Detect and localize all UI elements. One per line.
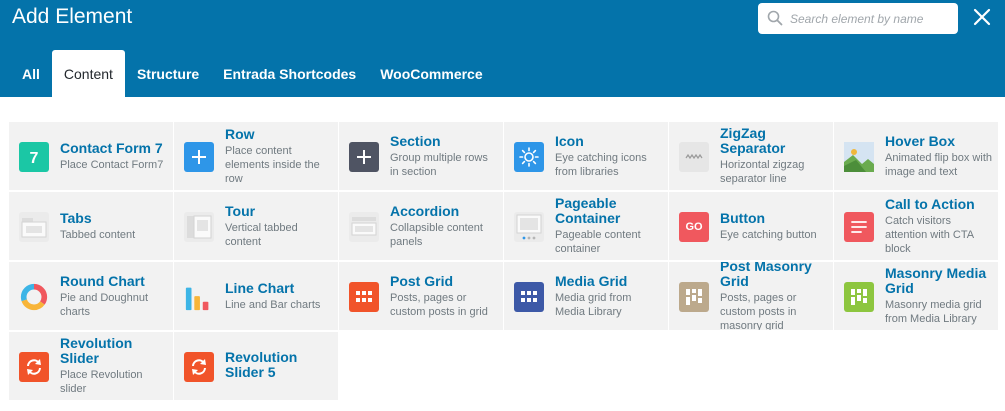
pageable-container-icon	[514, 212, 544, 242]
row-plus-icon	[184, 142, 214, 172]
search-icon	[767, 10, 783, 26]
section-plus-icon	[349, 142, 379, 172]
element-title: Revolution Slider 5	[225, 349, 298, 380]
element-round-chart[interactable]: Round Chart Pie and Doughnut charts	[9, 262, 173, 330]
element-row[interactable]: Row Place content elements inside the row	[174, 122, 338, 190]
round-chart-icon	[19, 282, 49, 312]
element-call-to-action[interactable]: Call to Action Catch visitors attention w…	[834, 192, 998, 260]
element-description: Place Contact Form7	[60, 158, 164, 171]
element-title: Round Chart	[60, 272, 145, 289]
element-description: Line and Bar charts	[225, 298, 321, 311]
element-line-chart[interactable]: Line Chart Line and Bar charts	[174, 262, 338, 330]
element-title: Hover Box	[885, 132, 956, 149]
element-contact-form-7[interactable]: 7 Contact Form 7 Place Contact Form7	[9, 122, 173, 190]
element-title: Post Grid	[390, 272, 454, 289]
element-grid: 7 Contact Form 7 Place Contact Form7 Row P…	[9, 122, 1003, 400]
element-description: Posts, pages or custom posts in masonry …	[720, 292, 797, 330]
element-post-masonry-grid[interactable]: Post Masonry Grid Posts, pages or custom …	[669, 262, 833, 330]
sun-icon	[514, 142, 544, 172]
element-post-grid[interactable]: Post Grid Posts, pages or custom posts in…	[339, 262, 503, 330]
element-title: Post Masonry Grid	[720, 262, 812, 289]
element-tour[interactable]: Tour Vertical tabbed content	[174, 192, 338, 260]
element-title: Pageable Container	[555, 195, 621, 226]
tab-entrada-shortcodes[interactable]: Entrada Shortcodes	[211, 50, 368, 97]
search-box[interactable]	[758, 3, 958, 34]
element-title: ZigZag Separator	[720, 125, 786, 156]
element-title: Revolution Slider	[60, 335, 133, 366]
hover-box-image-icon	[844, 142, 874, 172]
tab-content[interactable]: Content	[51, 50, 125, 97]
element-title: Button	[720, 209, 766, 226]
tabs-icon	[19, 212, 49, 242]
post-masonry-grid-icon	[679, 282, 709, 312]
post-grid-icon	[349, 282, 379, 312]
tab-woocommerce[interactable]: WooCommerce	[368, 50, 494, 97]
element-title: Masonry Media Grid	[885, 265, 987, 296]
element-tabs[interactable]: Tabs Tabbed content	[9, 192, 173, 260]
element-icon[interactable]: Icon Eye catching icons from libraries	[504, 122, 668, 190]
element-title: Row	[225, 125, 255, 142]
element-title: Line Chart	[225, 279, 295, 296]
element-media-grid[interactable]: Media Grid Media grid from Media Library	[504, 262, 668, 330]
revolution-slider-icon	[19, 352, 49, 382]
element-title: Accordion	[390, 202, 460, 219]
element-section[interactable]: Section Group multiple rows in section	[339, 122, 503, 190]
element-description: Tabbed content	[60, 228, 136, 241]
element-description: Eye catching button	[720, 228, 817, 241]
element-accordion[interactable]: Accordion Collapsible content panels	[339, 192, 503, 260]
search-input[interactable]	[790, 3, 950, 34]
media-grid-icon	[514, 282, 544, 312]
element-description: Masonry media grid from Media Library	[885, 299, 982, 325]
tab-structure[interactable]: Structure	[125, 50, 211, 97]
element-title: Icon	[555, 132, 584, 149]
call-to-action-icon	[844, 212, 874, 242]
element-title: Call to Action	[885, 195, 975, 212]
element-description: Group multiple rows in section	[390, 151, 488, 178]
element-pageable-container[interactable]: Pageable Container Pageable content conta…	[504, 192, 668, 260]
element-hover-box[interactable]: Hover Box Animated flip box with image an…	[834, 122, 998, 190]
element-button[interactable]: GO Button Eye catching button	[669, 192, 833, 260]
tab-all[interactable]: All	[10, 50, 52, 97]
element-title: Section	[390, 132, 441, 149]
masonry-media-grid-icon	[844, 282, 874, 312]
element-description: Vertical tabbed content	[225, 221, 298, 248]
close-icon[interactable]	[972, 7, 992, 27]
element-title: Tour	[225, 202, 256, 219]
dialog-header: Add Element All Content Structure Entrad…	[0, 0, 1005, 97]
element-description: Animated flip box with image and text	[885, 151, 992, 178]
element-description: Horizontal zigzag separator line	[720, 159, 805, 185]
element-title: Media Grid	[555, 272, 628, 289]
element-zigzag-separator[interactable]: ZigZag Separator Horizontal zigzag separa…	[669, 122, 833, 190]
element-description: Eye catching icons from libraries	[555, 151, 647, 178]
go-button-icon: GO	[679, 212, 709, 242]
line-chart-icon	[184, 282, 214, 312]
element-revolution-slider-5[interactable]: Revolution Slider 5	[174, 332, 338, 400]
element-description: Place content elements inside the row	[225, 144, 320, 185]
element-description: Pageable content container	[555, 229, 641, 255]
category-tabs: All Content Structure Entrada Shortcodes…	[10, 50, 495, 97]
element-title: Tabs	[60, 209, 92, 226]
contact-form-7-icon: 7	[19, 142, 49, 172]
zigzag-icon	[679, 142, 709, 172]
element-title: Contact Form 7	[60, 139, 163, 156]
dialog-title: Add Element	[12, 5, 133, 28]
element-description: Catch visitors attention with CTA block	[885, 214, 974, 255]
accordion-icon	[349, 212, 379, 242]
element-masonry-media-grid[interactable]: Masonry Media Grid Masonry media grid fro…	[834, 262, 998, 330]
element-description: Pie and Doughnut charts	[60, 291, 149, 318]
element-description: Place Revolution slider	[60, 369, 143, 395]
revolution-slider-5-icon	[184, 352, 214, 382]
element-description: Collapsible content panels	[390, 221, 483, 248]
element-revolution-slider[interactable]: Revolution Slider Place Revolution slider	[9, 332, 173, 400]
tour-icon	[184, 212, 214, 242]
element-description: Media grid from Media Library	[555, 291, 632, 318]
svg-text:7: 7	[30, 150, 39, 167]
element-description: Posts, pages or custom posts in grid	[390, 291, 488, 318]
go-button-icon-label: GO	[685, 221, 703, 233]
